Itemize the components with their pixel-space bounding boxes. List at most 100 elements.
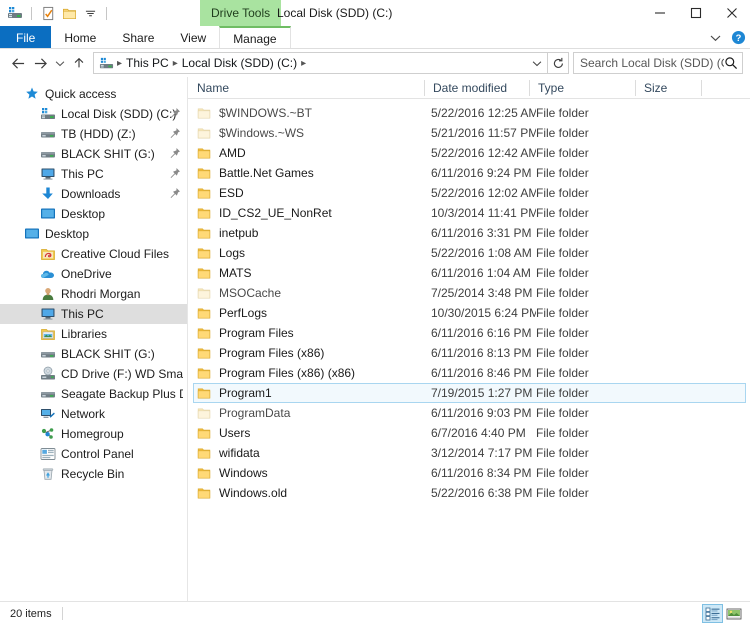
tab-view[interactable]: View bbox=[167, 26, 219, 49]
breadcrumb-item-this-pc[interactable]: This PC bbox=[123, 56, 172, 70]
sidebar-item-desktop[interactable]: Desktop bbox=[0, 224, 187, 244]
sidebar-item-control-panel[interactable]: Control Panel bbox=[0, 444, 187, 464]
breadcrumb-separator-0[interactable]: ▸ bbox=[116, 58, 123, 69]
up-button[interactable] bbox=[68, 52, 90, 74]
sidebar-item-desktop[interactable]: Desktop bbox=[0, 204, 187, 224]
cell-name: MSOCache bbox=[219, 286, 282, 300]
refresh-button[interactable] bbox=[548, 52, 569, 74]
hdd-icon bbox=[40, 126, 56, 142]
cell-name: inetpub bbox=[219, 226, 259, 240]
tab-file[interactable]: File bbox=[0, 26, 52, 49]
sidebar-item-downloads[interactable]: Downloads bbox=[0, 184, 187, 204]
table-row[interactable]: ID_CS2_UE_NonRet 10/3/2014 11:41 PM File f… bbox=[193, 203, 746, 223]
maximize-button[interactable] bbox=[678, 0, 714, 26]
desktop-icon bbox=[40, 206, 56, 222]
sidebar-item-rhodri-morgan[interactable]: Rhodri Morgan bbox=[0, 284, 187, 304]
cell-type: File folder bbox=[536, 266, 589, 280]
search-box[interactable] bbox=[573, 52, 743, 74]
column-header-date-modified[interactable]: Date modified bbox=[424, 77, 529, 99]
properties-icon[interactable] bbox=[39, 4, 57, 22]
table-row[interactable]: Logs 5/22/2016 1:08 AM File folder bbox=[193, 243, 746, 263]
expand-ribbon-chevron-down-icon[interactable] bbox=[707, 30, 723, 46]
minimize-button[interactable] bbox=[642, 0, 678, 26]
cell-type: File folder bbox=[536, 326, 589, 340]
sidebar-item-this-pc[interactable]: This PC bbox=[0, 164, 187, 184]
drive-icon[interactable] bbox=[6, 4, 24, 22]
sidebar-item-local-disk-sdd-c[interactable]: Local Disk (SDD) (C:) bbox=[0, 104, 187, 124]
sidebar-item-libraries[interactable]: Libraries bbox=[0, 324, 187, 344]
cell-type: File folder bbox=[536, 486, 589, 500]
table-row[interactable]: MSOCache 7/25/2014 3:48 PM File folder bbox=[193, 283, 746, 303]
breadcrumb-separator-2[interactable]: ▸ bbox=[300, 58, 307, 69]
pin-icon[interactable] bbox=[169, 127, 181, 140]
pin-icon[interactable] bbox=[169, 107, 181, 120]
table-row[interactable]: ESD 5/22/2016 12:02 AM File folder bbox=[193, 183, 746, 203]
breadcrumb-history-chevron-down-icon[interactable] bbox=[529, 53, 545, 73]
sidebar-item-label: Desktop bbox=[61, 207, 106, 221]
sidebar-item-label: BLACK SHIT (G:) bbox=[61, 347, 155, 361]
sidebar-item-label: Libraries bbox=[61, 327, 108, 341]
sidebar-item-recycle-bin[interactable]: Recycle Bin bbox=[0, 464, 187, 484]
table-row[interactable]: inetpub 6/11/2016 3:31 PM File folder bbox=[193, 223, 746, 243]
column-header-size[interactable]: Size bbox=[635, 77, 701, 99]
column-header-date-label: Date modified bbox=[433, 80, 508, 95]
close-button[interactable] bbox=[714, 0, 750, 26]
table-row[interactable]: Users 6/7/2016 4:40 PM File folder bbox=[193, 423, 746, 443]
breadcrumb-item-local-disk[interactable]: Local Disk (SDD) (C:) bbox=[179, 56, 300, 70]
help-icon[interactable]: ? bbox=[731, 30, 746, 45]
table-row[interactable]: Battle.Net Games 6/11/2016 9:24 PM File fo… bbox=[193, 163, 746, 183]
sidebar-item-this-pc[interactable]: This PC bbox=[0, 304, 187, 324]
pin-icon[interactable] bbox=[169, 187, 181, 200]
search-input[interactable] bbox=[580, 56, 724, 70]
breadcrumb[interactable]: ▸ This PC ▸ Local Disk (SDD) (C:) ▸ bbox=[93, 52, 548, 74]
table-row[interactable]: MATS 6/11/2016 1:04 AM File folder bbox=[193, 263, 746, 283]
new-folder-icon[interactable] bbox=[60, 4, 78, 22]
table-row[interactable]: wifidata 3/12/2014 7:17 PM File folder bbox=[193, 443, 746, 463]
forward-button[interactable] bbox=[29, 52, 51, 74]
breadcrumb-separator-1[interactable]: ▸ bbox=[172, 58, 179, 69]
sidebar-item-tb-hdd-z[interactable]: TB (HDD) (Z:) bbox=[0, 124, 187, 144]
tab-share[interactable]: Share bbox=[109, 26, 167, 49]
table-row[interactable]: $WINDOWS.~BT 5/22/2016 12:25 AM File folde… bbox=[193, 103, 746, 123]
sidebar-item-black-shit-g[interactable]: BLACK SHIT (G:) bbox=[0, 144, 187, 164]
tab-manage[interactable]: Manage bbox=[219, 26, 291, 49]
table-row[interactable]: Windows 6/11/2016 8:34 PM File folder bbox=[193, 463, 746, 483]
sidebar-item-cd-drive-f-wd-smartware[interactable]: CD Drive (F:) WD SmartWare bbox=[0, 364, 187, 384]
folder-icon bbox=[196, 245, 212, 261]
sidebar-item-black-shit-g[interactable]: BLACK SHIT (G:) bbox=[0, 344, 187, 364]
table-row[interactable]: Program Files (x86) 6/11/2016 8:13 PM File… bbox=[193, 343, 746, 363]
pin-icon[interactable] bbox=[169, 147, 181, 160]
file-explorer-window: Drive Tools Local Disk (SDD) (C:) File H… bbox=[0, 0, 750, 625]
sidebar-item-label: Creative Cloud Files bbox=[61, 247, 170, 261]
back-button[interactable] bbox=[7, 52, 29, 74]
pin-icon[interactable] bbox=[169, 167, 181, 180]
sidebar-item-network[interactable]: Network bbox=[0, 404, 187, 424]
table-row[interactable]: Program Files 6/11/2016 6:16 PM File folde… bbox=[193, 323, 746, 343]
sidebar-item-quick-access[interactable]: Quick access bbox=[0, 84, 187, 104]
cell-name: Program Files (x86) bbox=[219, 346, 325, 360]
sidebar-item-seagate-backup-plus-drive-h[interactable]: Seagate Backup Plus Drive (H bbox=[0, 384, 187, 404]
large-icons-view-button[interactable] bbox=[723, 604, 744, 623]
tab-home[interactable]: Home bbox=[51, 26, 109, 49]
column-header-type[interactable]: Type bbox=[529, 77, 635, 99]
chevron-down-icon[interactable] bbox=[81, 4, 99, 22]
table-row[interactable]: AMD 5/22/2016 12:42 AM File folder bbox=[193, 143, 746, 163]
recent-locations-chevron-down-icon[interactable] bbox=[51, 52, 68, 74]
table-row[interactable]: Program1 7/19/2015 1:27 PM File folder bbox=[193, 383, 746, 403]
column-header-name[interactable]: Name bbox=[188, 77, 424, 99]
table-row[interactable]: $Windows.~WS 5/21/2016 11:57 PM File folde… bbox=[193, 123, 746, 143]
folder-icon bbox=[196, 385, 212, 401]
table-row[interactable]: ProgramData 6/11/2016 9:03 PM File folder bbox=[193, 403, 746, 423]
folder-icon bbox=[196, 165, 212, 181]
sidebar-item-creative-cloud-files[interactable]: Creative Cloud Files bbox=[0, 244, 187, 264]
table-row[interactable]: Program Files (x86) (x86) 6/11/2016 8:46 … bbox=[193, 363, 746, 383]
search-icon[interactable] bbox=[724, 56, 738, 70]
sidebar-item-homegroup[interactable]: Homegroup bbox=[0, 424, 187, 444]
sidebar-item-onedrive[interactable]: OneDrive bbox=[0, 264, 187, 284]
quick-access-toolbar bbox=[0, 0, 111, 26]
cell-name: $WINDOWS.~BT bbox=[219, 106, 313, 120]
details-view-button[interactable] bbox=[702, 604, 723, 623]
cell-type: File folder bbox=[536, 386, 589, 400]
table-row[interactable]: PerfLogs 10/30/2015 6:24 PM File folder bbox=[193, 303, 746, 323]
table-row[interactable]: Windows.old 5/22/2016 6:38 PM File folder bbox=[193, 483, 746, 503]
